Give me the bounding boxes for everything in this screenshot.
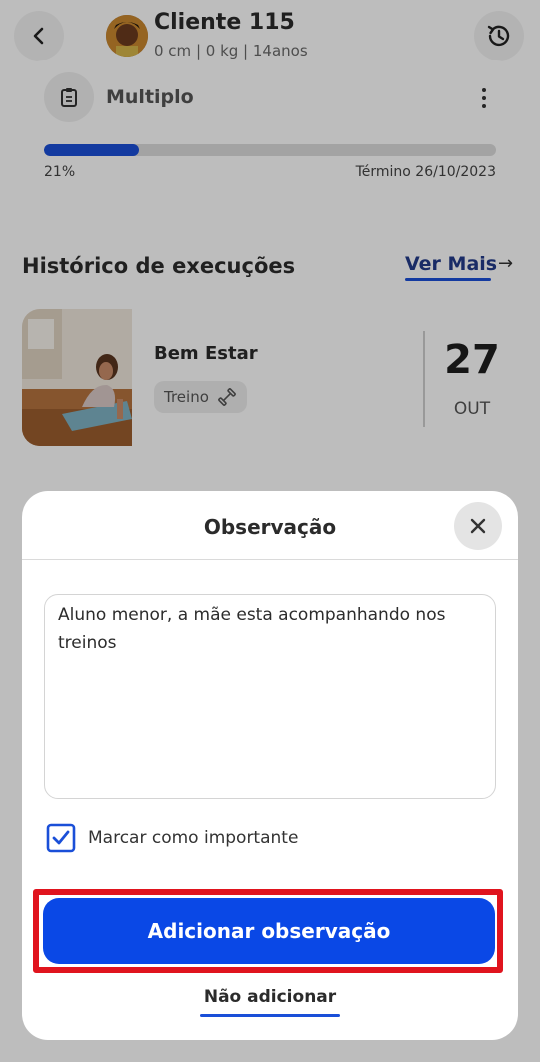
screen: Cliente 115 0 cm | 0 kg | 14anos Multipl… <box>0 0 540 1062</box>
modal-divider <box>22 559 518 560</box>
close-button[interactable] <box>454 502 502 550</box>
close-icon <box>470 518 486 534</box>
modal-title: Observação <box>203 515 337 539</box>
important-checkbox-row[interactable]: Marcar como importante <box>46 823 298 853</box>
observation-textarea[interactable]: Aluno menor, a mãe esta acompanhando nos… <box>44 594 496 799</box>
dont-add-button[interactable]: Não adicionar <box>22 987 518 1007</box>
observation-modal: Observação Aluno menor, a mãe esta acomp… <box>22 491 518 1040</box>
add-observation-button[interactable]: Adicionar observação <box>43 898 495 964</box>
checkbox-checked-icon[interactable] <box>46 823 76 853</box>
dont-add-underline <box>200 1014 340 1017</box>
checkbox-label: Marcar como importante <box>88 828 299 848</box>
